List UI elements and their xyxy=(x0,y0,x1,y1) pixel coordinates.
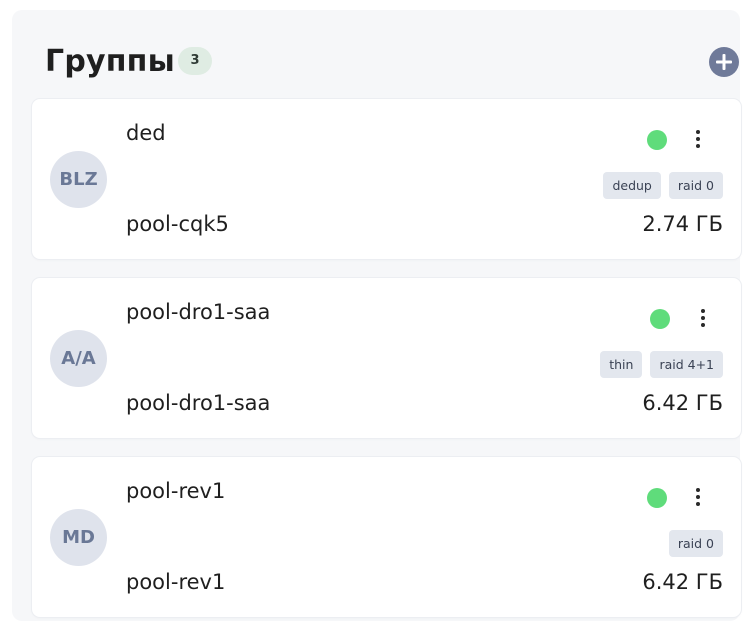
kebab-menu-icon xyxy=(696,130,700,134)
group-card[interactable]: MD pool-rev1 raid 0 pool-rev1 6.42 ГБ xyxy=(32,457,741,617)
tag-list: raid 0 xyxy=(668,530,723,557)
pool-size: 6.42 ГБ xyxy=(642,570,723,594)
pool-size: 6.42 ГБ xyxy=(642,391,723,415)
group-name: ded xyxy=(126,121,166,145)
group-card[interactable]: BLZ ded dedup raid 0 pool-cqk5 2.74 ГБ xyxy=(32,99,741,259)
kebab-menu-icon xyxy=(696,137,700,141)
kebab-menu-icon xyxy=(696,502,700,506)
avatar: A/A xyxy=(50,330,107,387)
kebab-menu-icon xyxy=(696,488,700,492)
pool-name: pool-cqk5 xyxy=(126,212,229,236)
kebab-menu-icon xyxy=(701,323,705,327)
kebab-menu-icon xyxy=(701,316,705,320)
plus-circle-icon xyxy=(716,54,732,70)
status-indicator xyxy=(647,130,667,150)
groups-count-badge: 3 xyxy=(178,47,212,75)
kebab-menu-icon xyxy=(696,495,700,499)
pool-size: 2.74 ГБ xyxy=(642,212,723,236)
tag: raid 0 xyxy=(668,172,723,199)
more-options-button[interactable] xyxy=(691,125,705,153)
tag: raid 0 xyxy=(668,530,723,557)
pool-name: pool-dro1-saa xyxy=(126,391,271,415)
status-indicator xyxy=(647,488,667,508)
group-name: pool-rev1 xyxy=(126,479,226,503)
tag-list: dedup raid 0 xyxy=(603,172,723,199)
groups-header: Группы 3 xyxy=(32,36,739,86)
page-title: Группы xyxy=(45,44,175,79)
tag: thin xyxy=(600,351,643,378)
avatar: MD xyxy=(50,509,107,566)
kebab-menu-icon xyxy=(696,144,700,148)
add-group-button[interactable] xyxy=(709,47,739,77)
tag: dedup xyxy=(603,172,661,199)
pool-name: pool-rev1 xyxy=(126,570,226,594)
tag-list: thin raid 4+1 xyxy=(600,351,723,378)
more-options-button[interactable] xyxy=(696,304,710,332)
more-options-button[interactable] xyxy=(691,483,705,511)
kebab-menu-icon xyxy=(701,309,705,313)
avatar: BLZ xyxy=(50,151,107,208)
status-indicator xyxy=(650,309,670,329)
group-card[interactable]: A/A pool-dro1-saa thin raid 4+1 pool-dro… xyxy=(32,278,741,438)
group-name: pool-dro1-saa xyxy=(126,300,271,324)
tag: raid 4+1 xyxy=(650,351,723,378)
